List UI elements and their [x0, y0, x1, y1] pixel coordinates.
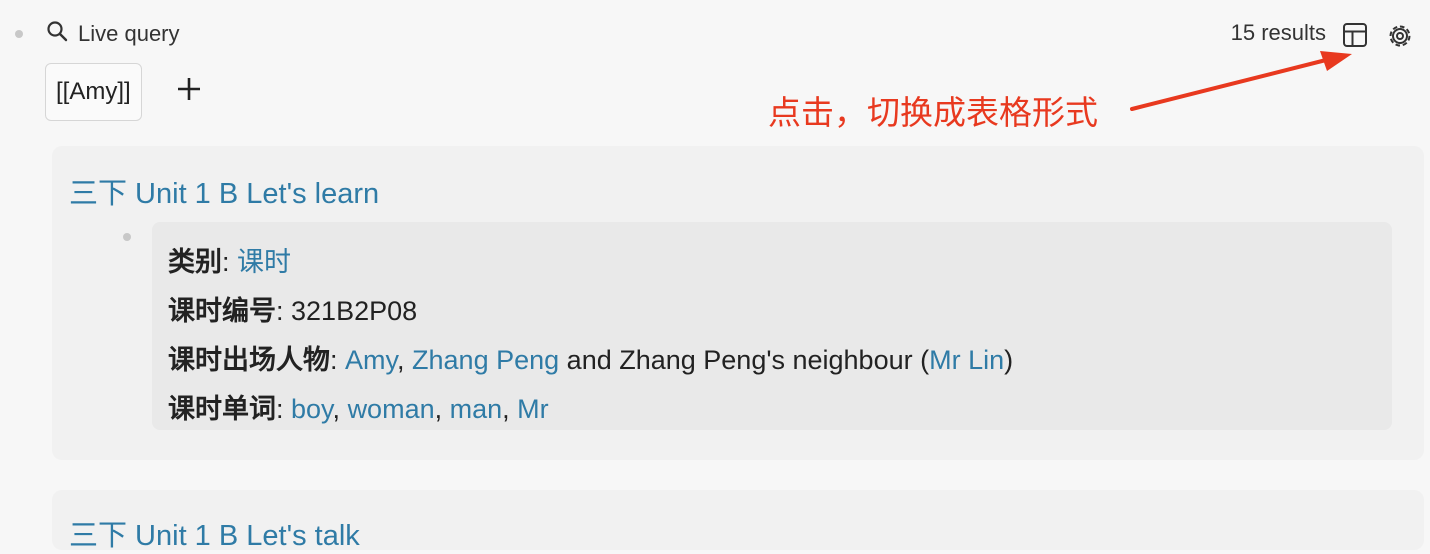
property-characters: 课时出场人物: Amy, Zhang Peng and Zhang Peng's…	[168, 345, 1014, 375]
query-header: Live query	[46, 20, 180, 48]
property-lesson-id: 课时编号: 321B2P08	[168, 296, 418, 326]
result-card: 三下 Unit 1 B Let's learn 类别: 课时 课时编号: 321…	[52, 146, 1424, 460]
mr-lin-link[interactable]: Mr Lin	[929, 345, 1004, 375]
plus-icon[interactable]	[176, 76, 202, 102]
word-link-mr[interactable]: Mr	[517, 394, 548, 424]
amy-link[interactable]: Amy	[345, 345, 397, 375]
word-link-boy[interactable]: boy	[291, 394, 333, 424]
zhang-peng-link[interactable]: Zhang Peng	[412, 345, 559, 375]
table-icon[interactable]	[1342, 22, 1368, 48]
property-words: 课时单词: boy, woman, man, Mr	[168, 394, 549, 424]
word-link-woman[interactable]: woman	[348, 394, 435, 424]
property-category: 类别: 课时	[168, 247, 292, 277]
result-card: 三下 Unit 1 B Let's talk	[52, 490, 1424, 552]
block-bullet[interactable]	[123, 233, 131, 241]
query-title: Live query	[78, 21, 180, 46]
query-bullet[interactable]	[15, 30, 23, 38]
gear-icon[interactable]	[1386, 22, 1412, 48]
tag-filter[interactable]: [[Amy]]	[45, 63, 142, 121]
page-link[interactable]: 三下 Unit 1 B Let's talk	[69, 512, 360, 554]
results-count: 15 results	[1230, 20, 1326, 45]
annotation-label: 点击，切换成表格形式	[768, 93, 1098, 132]
word-link-man[interactable]: man	[450, 394, 503, 424]
page-link[interactable]: 三下 Unit 1 B Let's learn	[69, 170, 379, 212]
properties-block: 类别: 课时 课时编号: 321B2P08 课时出场人物: Amy, Zhang…	[152, 222, 1392, 430]
category-link[interactable]: 课时	[237, 247, 291, 277]
search-icon	[46, 20, 68, 48]
